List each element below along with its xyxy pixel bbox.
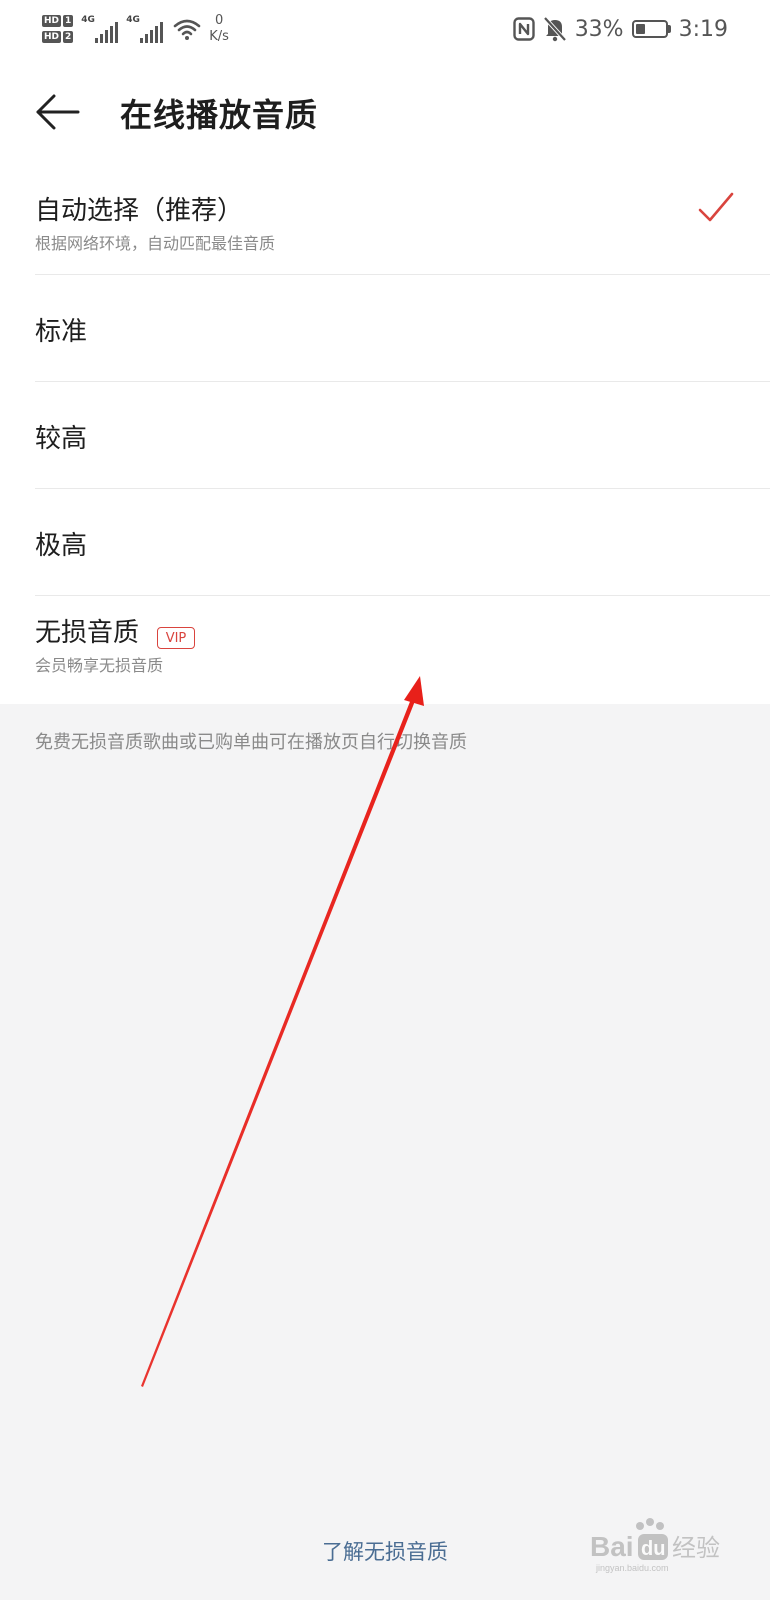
option-label: 较高 [35, 424, 88, 454]
hd-label: HD [42, 31, 62, 43]
svg-text:经验: 经验 [672, 1534, 720, 1562]
clock: 3:19 [678, 16, 728, 42]
check-icon [698, 192, 734, 222]
option-very-high[interactable]: 极高 [0, 489, 770, 595]
status-bar-right: 33% 3:19 [512, 12, 728, 46]
hd-label: HD [42, 15, 62, 27]
back-arrow-icon [36, 94, 80, 130]
quality-options-list: 自动选择（推荐） 根据网络环境，自动匹配最佳音质 标准 较高 极高 无损音质 会… [0, 170, 770, 704]
net-speed-unit: K/s [209, 29, 229, 44]
signal-icon-sim2: 4G [126, 15, 164, 43]
option-label: 标准 [35, 317, 88, 347]
vip-badge: VIP [157, 627, 195, 649]
lossless-note: 免费无损音质歌曲或已购单曲可在播放页自行切换音质 [35, 732, 467, 753]
status-bar: HD 1 HD 2 4G 4G 0 K/s 33% 3:19 [0, 0, 770, 58]
hd-badges: HD 1 HD 2 [42, 15, 74, 43]
network-type: 4G [81, 15, 95, 25]
hd-slot: 1 [63, 15, 74, 27]
hd-badge-1: HD 1 [42, 15, 74, 27]
net-speed: 0 K/s [209, 13, 229, 45]
option-label: 无损音质 [35, 618, 140, 648]
option-high[interactable]: 较高 [0, 382, 770, 488]
option-standard[interactable]: 标准 [0, 275, 770, 381]
back-button[interactable] [28, 82, 88, 142]
net-speed-value: 0 [214, 13, 224, 28]
svg-text:du: du [641, 1538, 665, 1560]
battery-percent: 33% [574, 16, 624, 42]
bell-off-icon [543, 16, 567, 42]
svg-text:Bai: Bai [590, 1531, 634, 1562]
option-subtitle: 会员畅享无损音质 [35, 656, 164, 675]
option-subtitle: 根据网络环境，自动匹配最佳音质 [35, 234, 276, 253]
page-title: 在线播放音质 [120, 96, 319, 134]
hd-slot: 2 [63, 31, 74, 43]
option-label: 自动选择（推荐） [35, 196, 244, 226]
option-auto[interactable]: 自动选择（推荐） 根据网络环境，自动匹配最佳音质 [0, 170, 770, 274]
nfc-icon [512, 17, 535, 41]
option-label: 极高 [35, 531, 88, 561]
status-bar-left: HD 1 HD 2 4G 4G 0 K/s [42, 8, 229, 50]
svg-text:jingyan.baidu.com: jingyan.baidu.com [595, 1563, 669, 1573]
hd-badge-2: HD 2 [42, 31, 74, 43]
app-bar: 在线播放音质 [0, 58, 770, 170]
signal-icon-sim1: 4G [81, 15, 119, 43]
battery-icon [631, 20, 671, 38]
option-lossless[interactable]: 无损音质 会员畅享无损音质 [0, 596, 770, 704]
network-type: 4G [126, 15, 140, 25]
watermark-logo: Bai du 经验 jingyan.baidu.com [590, 1518, 720, 1573]
wifi-icon [173, 19, 201, 40]
